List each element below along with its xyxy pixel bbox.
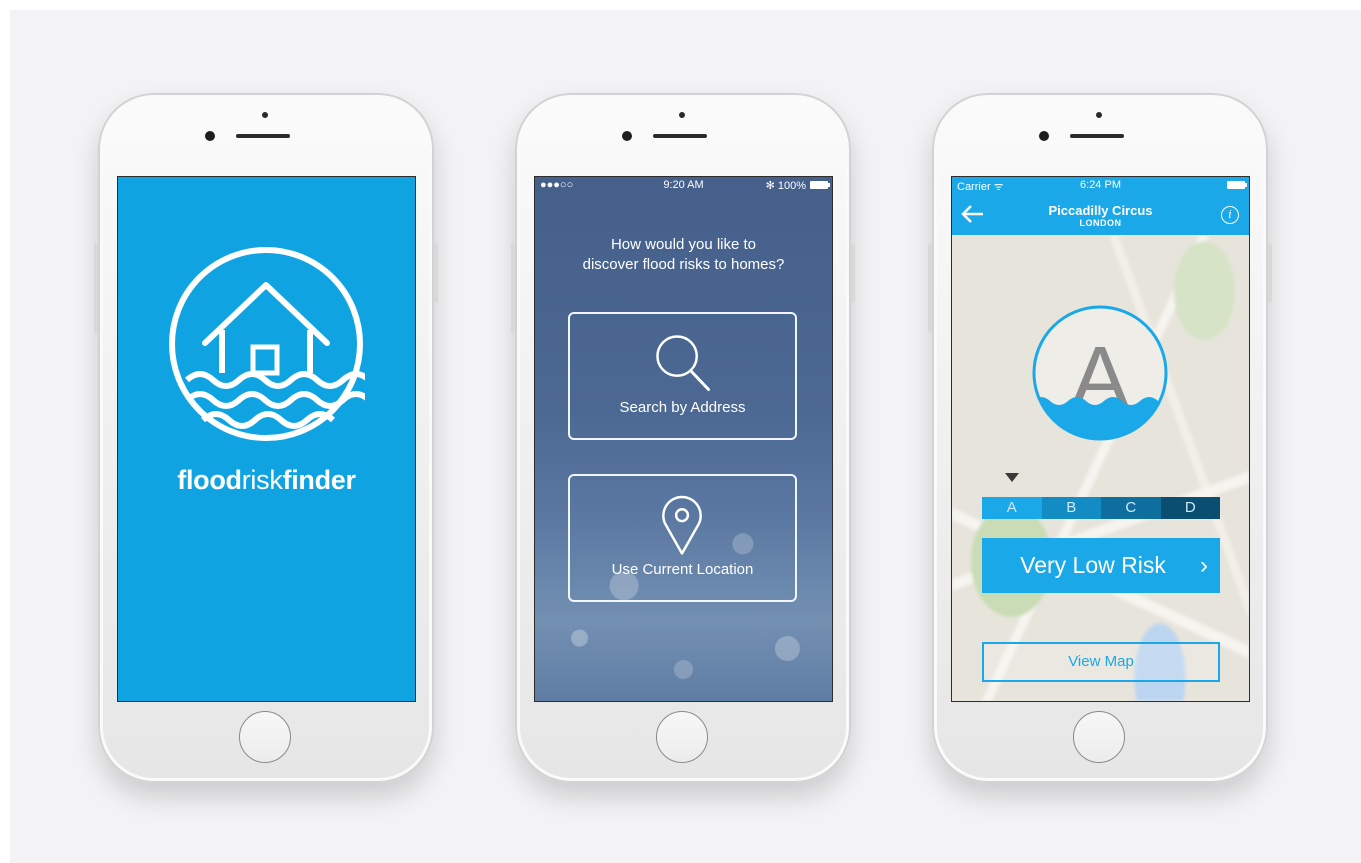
wordmark-flood: flood (177, 465, 242, 495)
search-by-address-button[interactable]: Search by Address (568, 312, 797, 440)
home-button[interactable] (239, 711, 291, 763)
status-bar: Carrier ᯤ 6:24 PM (952, 177, 1249, 193)
view-map-button[interactable]: View Map (982, 642, 1220, 682)
earpiece-speaker (653, 134, 707, 138)
proximity-sensor (1096, 112, 1102, 118)
battery-percent: ✻ 100% (765, 180, 806, 192)
question-line-1: How would you like to (610, 236, 757, 253)
scale-b: B (1041, 497, 1101, 519)
phone-choose: ●●●○○ 9:20 AM ✻ 100% How would you like … (511, 93, 855, 783)
question-heading: How would you like to discover flood ris… (535, 235, 832, 275)
front-camera (622, 131, 632, 141)
nav-bar: Carrier ᯤ 6:24 PM Piccadilly Circus LOND… (952, 177, 1249, 235)
scale-c: C (1101, 497, 1161, 519)
use-current-location-button[interactable]: Use Current Location (568, 474, 797, 602)
risk-label: Very Low Risk (1020, 552, 1166, 578)
wordmark-finder: finder (282, 465, 357, 495)
status-time: 6:24 PM (1080, 179, 1121, 191)
home-button[interactable] (656, 711, 708, 763)
home-button[interactable] (1073, 711, 1125, 763)
search-by-address-label: Search by Address (619, 399, 746, 416)
choose-screen: ●●●○○ 9:20 AM ✻ 100% How would you like … (534, 176, 833, 702)
place-title: Piccadilly Circus (1048, 203, 1153, 218)
scale-d: D (1160, 497, 1220, 519)
result-screen: Carrier ᯤ 6:24 PM Piccadilly Circus LOND… (951, 176, 1250, 702)
risk-scale: A B C D (982, 497, 1220, 519)
proximity-sensor (679, 112, 685, 118)
front-camera (1039, 131, 1049, 141)
rating-badge: A (1032, 305, 1168, 441)
scale-a: A (982, 497, 1042, 519)
flood-house-logo-icon (169, 247, 365, 441)
magnifier-icon (656, 335, 711, 392)
scale-pointer-icon (1005, 473, 1019, 482)
status-bar: ●●●○○ 9:20 AM ✻ 100% (535, 177, 832, 193)
info-icon[interactable]: i (1221, 206, 1239, 224)
battery-icon (1227, 181, 1247, 189)
proximity-sensor (262, 112, 268, 118)
phone-result: Carrier ᯤ 6:24 PM Piccadilly Circus LOND… (928, 93, 1272, 783)
question-line-2: discover flood risks to homes? (582, 256, 785, 273)
front-camera (205, 131, 215, 141)
splash-screen: floodriskfinder (117, 176, 416, 702)
risk-detail-button[interactable]: Very Low Risk › (982, 538, 1220, 593)
battery-icon (810, 181, 830, 189)
chevron-right-icon: › (1200, 552, 1208, 579)
phone-splash: floodriskfinder (94, 93, 438, 783)
wordmark-risk: risk (241, 465, 283, 495)
use-current-location-label: Use Current Location (611, 561, 754, 578)
app-wordmark: floodriskfinder (118, 465, 415, 496)
city-subtitle: LONDON (1079, 218, 1122, 228)
earpiece-speaker (236, 134, 290, 138)
earpiece-speaker (1070, 134, 1124, 138)
location-pin-icon (662, 495, 702, 555)
